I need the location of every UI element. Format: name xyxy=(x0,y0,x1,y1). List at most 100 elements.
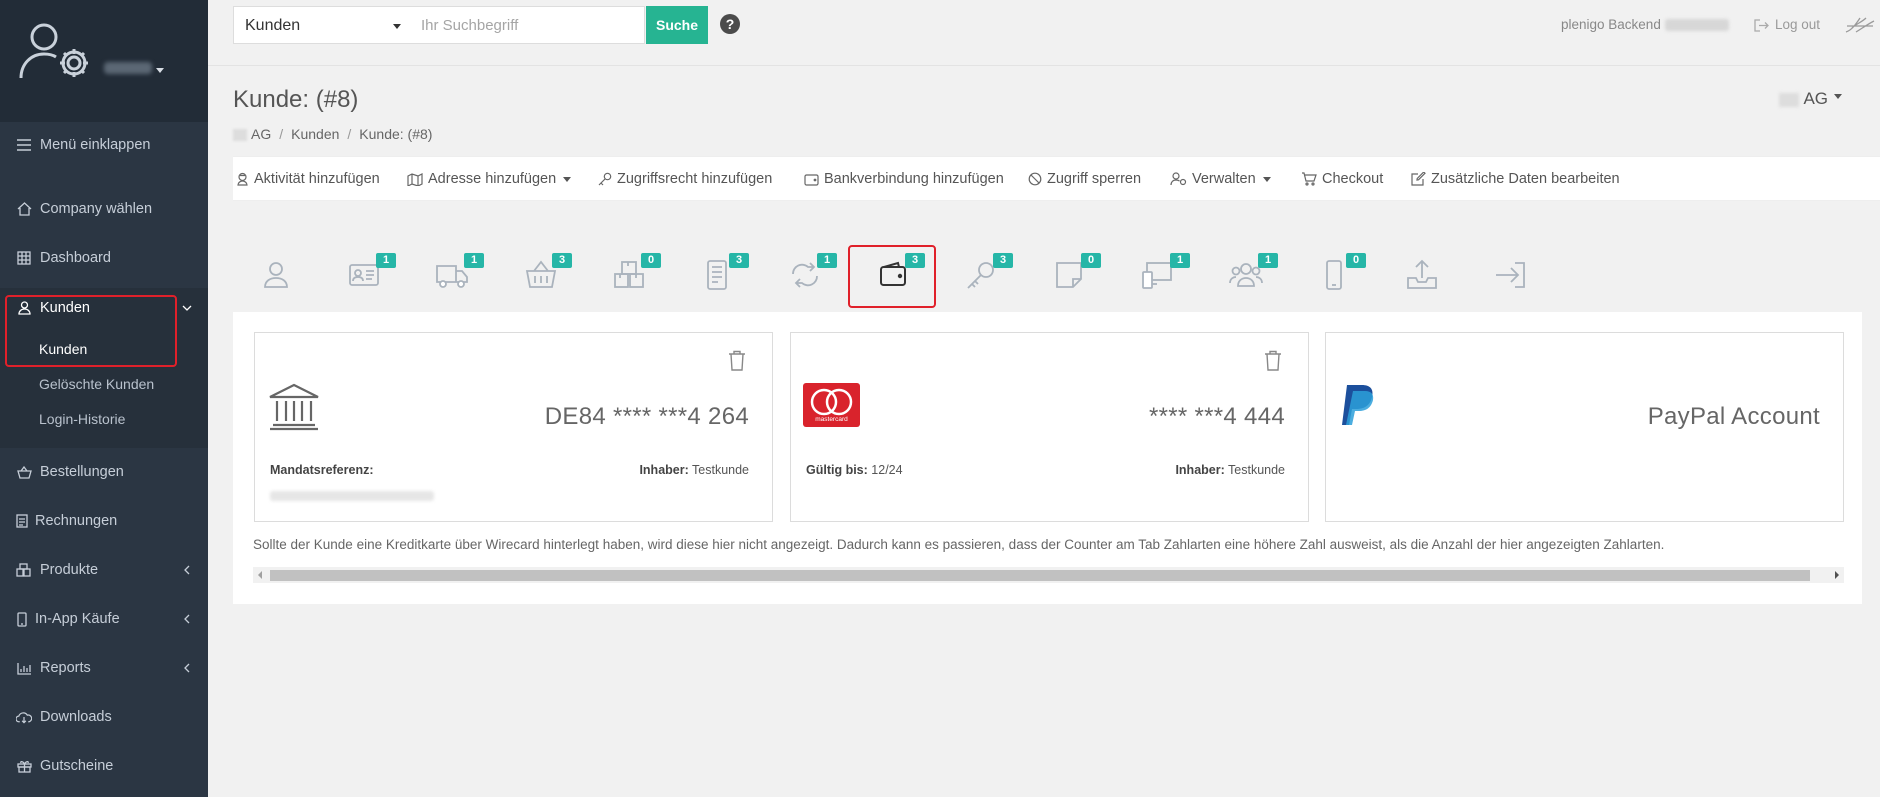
company-suffix: AG xyxy=(1803,89,1828,108)
sidebar-item-inapp[interactable]: In-App Käufe xyxy=(0,601,208,637)
sidebar-item-downloads[interactable]: Downloads xyxy=(0,699,208,735)
gift-icon xyxy=(16,758,32,774)
user-settings-icon xyxy=(19,23,88,79)
home-icon xyxy=(16,201,32,217)
sidebar-item-label: In-App Käufe xyxy=(35,611,120,627)
breadcrumb-separator: / xyxy=(347,126,352,142)
sidebar-item-rechnungen[interactable]: Rechnungen xyxy=(0,503,208,539)
logout-icon xyxy=(1754,19,1769,32)
bank-account-card: DE84 **** ***4 264 Mandatsreferenz: Inha… xyxy=(254,332,773,522)
tab-badge: 1 xyxy=(1170,253,1190,268)
mandate-reference-blurred xyxy=(270,491,434,501)
search-scope-select[interactable]: Kunden xyxy=(233,6,410,44)
sidebar-item-company[interactable]: Company wählen xyxy=(0,191,208,227)
tab-badge: 1 xyxy=(1258,253,1278,268)
help-icon[interactable]: ? xyxy=(720,14,740,34)
add-bank-account-button[interactable]: Bankverbindung hinzufügen xyxy=(804,171,1004,187)
block-access-button[interactable]: Zugriff sperren xyxy=(1028,171,1141,187)
sidebar-item-produkte[interactable]: Produkte xyxy=(0,552,208,588)
sidebar: Menü einklappen Company wählen Dashboard… xyxy=(0,0,208,797)
tab-export[interactable] xyxy=(1394,247,1450,303)
tab-badge: 1 xyxy=(376,253,396,268)
backend-version-blurred xyxy=(1664,19,1729,32)
chevron-down-icon[interactable] xyxy=(156,68,164,73)
logout-link[interactable]: Log out xyxy=(1754,17,1820,32)
sidebar-item-label: Produkte xyxy=(40,562,99,578)
horizontal-scrollbar[interactable] xyxy=(253,567,1844,583)
owner-value: Testkunde xyxy=(1228,463,1285,477)
trash-icon[interactable] xyxy=(1264,350,1282,372)
wirecard-note: Sollte der Kunde eine Kreditkarte über W… xyxy=(253,537,1665,552)
sidebar-item-label: Bestellungen xyxy=(40,464,124,480)
basket-icon xyxy=(16,464,32,480)
add-access-right-button[interactable]: Zugriffsrecht hinzufügen xyxy=(598,171,772,187)
action-label: Bankverbindung hinzufügen xyxy=(824,171,1004,187)
paypal-icon xyxy=(1342,385,1374,425)
sidebar-subitem-deleted[interactable]: Gelöschte Kunden xyxy=(39,376,154,392)
highlight-box xyxy=(848,245,936,308)
caret-down-icon xyxy=(1262,176,1271,182)
trash-icon[interactable] xyxy=(728,350,746,372)
profile-area xyxy=(0,0,208,122)
search-input[interactable] xyxy=(409,6,645,44)
address-icon xyxy=(407,173,423,186)
sidebar-item-reports[interactable]: Reports xyxy=(0,650,208,686)
box-icon xyxy=(16,562,32,578)
breadcrumb-kunden[interactable]: Kunden xyxy=(291,126,339,142)
signature-logo-icon[interactable] xyxy=(1844,14,1876,36)
chart-icon xyxy=(16,660,32,676)
action-label: Verwalten xyxy=(1192,171,1256,187)
action-label: Aktivität hinzufügen xyxy=(254,171,380,187)
ban-icon xyxy=(1028,172,1042,186)
tab-login[interactable] xyxy=(1482,247,1538,303)
card-number: **** ***4 444 xyxy=(1148,403,1285,430)
sidebar-item-label: Gutscheine xyxy=(40,758,114,774)
add-activity-button[interactable]: Aktivität hinzufügen xyxy=(236,171,380,187)
hamburger-icon xyxy=(16,137,32,153)
logout-label: Log out xyxy=(1775,17,1821,32)
edit-additional-data-button[interactable]: Zusätzliche Daten bearbeiten xyxy=(1411,171,1620,187)
owner-value: Testkunde xyxy=(692,463,749,477)
checkout-button[interactable]: Checkout xyxy=(1301,171,1383,187)
tab-badge: 0 xyxy=(1081,253,1101,268)
mandate-label-text: Mandatsreferenz: xyxy=(270,463,374,477)
action-label: Checkout xyxy=(1322,171,1384,187)
tab-badge: 0 xyxy=(1346,253,1366,268)
add-address-button[interactable]: Adresse hinzufügen xyxy=(407,171,572,187)
topbar: Kunden Suche ? plenigo Backend Log out xyxy=(208,0,1880,66)
search-scope-value: Kunden xyxy=(245,17,301,34)
menu-collapse[interactable]: Menü einklappen xyxy=(0,127,208,163)
manage-button[interactable]: Verwalten xyxy=(1170,171,1271,187)
scroll-right-arrow-icon[interactable] xyxy=(1835,571,1839,579)
chevron-left-icon xyxy=(184,565,190,575)
company-switcher[interactable]: AG xyxy=(1779,89,1842,109)
tab-badge: 0 xyxy=(641,253,661,268)
sidebar-subitem-login-history[interactable]: Login-Historie xyxy=(39,411,125,427)
scroll-left-arrow-icon[interactable] xyxy=(258,571,262,579)
user-icon xyxy=(264,262,288,288)
breadcrumb-company[interactable]: AG xyxy=(251,126,271,142)
upload-icon xyxy=(1407,259,1437,289)
tab-profile[interactable] xyxy=(248,247,304,303)
key-icon xyxy=(598,172,612,186)
breadcrumb-current: Kunde: (#8) xyxy=(359,126,433,142)
tab-badge: 3 xyxy=(729,253,749,268)
sidebar-item-gutscheine[interactable]: Gutscheine xyxy=(0,748,208,784)
caret-down-icon xyxy=(563,176,572,182)
credit-card-card: mastercard **** ***4 444 Gültig bis: 12/… xyxy=(790,332,1309,522)
sidebar-item-label: Rechnungen xyxy=(35,513,118,529)
username-blurred[interactable] xyxy=(104,62,152,74)
iban-number: DE84 **** ***4 264 xyxy=(544,403,749,430)
sidebar-item-label: Dashboard xyxy=(40,250,111,266)
edit-icon xyxy=(1411,172,1426,186)
sidebar-item-dashboard[interactable]: Dashboard xyxy=(0,240,208,276)
page-title: Kunde: (#8) xyxy=(233,86,359,113)
tab-badge: 3 xyxy=(993,253,1013,268)
search-button[interactable]: Suche xyxy=(646,6,708,44)
scrollbar-thumb[interactable] xyxy=(270,570,1810,581)
sidebar-item-bestellungen[interactable]: Bestellungen xyxy=(0,454,208,490)
action-label: Zusätzliche Daten bearbeiten xyxy=(1431,171,1620,187)
menu-collapse-label: Menü einklappen xyxy=(40,137,151,153)
sidebar-item-label: Downloads xyxy=(40,709,112,725)
mastercard-logo: mastercard xyxy=(803,383,860,427)
